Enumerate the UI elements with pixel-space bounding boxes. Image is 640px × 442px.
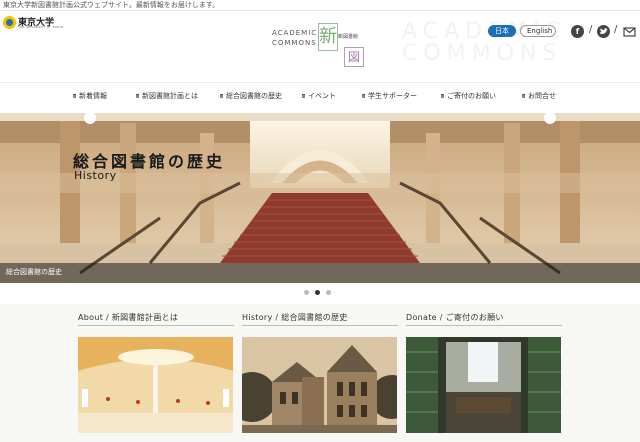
divider [406, 325, 562, 326]
header: 東京大学 THE UNIVERSITY OF TOKYO ACADEMIC CO… [0, 11, 640, 75]
divider [242, 325, 398, 326]
logo-text-commons: COMMONS [272, 39, 317, 47]
nav-item-donation[interactable]: ご寄付のお願い [441, 91, 496, 101]
hero-subtitle: History [74, 169, 117, 182]
nav-item-student-supporters[interactable]: 学生サポーター [362, 91, 417, 101]
nav-item-news[interactable]: 新着情報 [73, 91, 107, 101]
academic-commons-logo[interactable]: ACADEMIC COMMONS 新 新図書館 図 [272, 19, 368, 75]
card-history-image[interactable] [242, 337, 397, 433]
facebook-icon[interactable]: f [571, 25, 584, 38]
university-emblem-icon [3, 16, 16, 29]
hero-caption: 総合図書館の歴史 [6, 268, 62, 276]
logo-glyph-zu: 図 [344, 47, 364, 67]
card-donate-heading[interactable]: Donate / ご寄付のお願い [406, 312, 562, 325]
background-watermark-line2: COMMONS [402, 41, 563, 66]
nav-item-contact[interactable]: お問合せ [522, 91, 556, 101]
slider-dot-1[interactable] [304, 290, 309, 295]
logo-text-academic: ACADEMIC [272, 29, 318, 37]
language-japanese-button[interactable]: 日本語 [488, 25, 516, 47]
global-navigation: 新着情報 新図書館計画とは 総合図書館の歴史 イベント 学生サポーター ご寄付の… [0, 82, 640, 111]
feature-cards: About / 新図書館計画とは History / 総合図書館の歴史 Dona… [0, 304, 640, 442]
site-tagline: 東京大学新図書館計画公式ウェブサイト。最新情報をお届けします。 [3, 1, 220, 9]
logo-glyph-shin: 新 [318, 23, 338, 51]
hero-slider[interactable]: 総合図書館の歴史 History 総合図書館の歴史 [0, 113, 640, 283]
card-about-heading[interactable]: About / 新図書館計画とは [78, 312, 234, 325]
card-history-heading[interactable]: History / 総合図書館の歴史 [242, 312, 398, 325]
card-donate[interactable]: Donate / ご寄付のお願い [406, 312, 562, 433]
staircase-photo [0, 113, 640, 283]
nav-item-events[interactable]: イベント [302, 91, 336, 101]
language-english-button[interactable]: English [520, 25, 556, 37]
university-name-en: THE UNIVERSITY OF TOKYO [18, 25, 64, 29]
site-tagline-bar: 東京大学新図書館計画公式ウェブサイト。最新情報をお届けします。 [0, 0, 640, 11]
card-donate-image[interactable] [406, 337, 561, 433]
separator: / [614, 24, 618, 35]
logo-text-library: 新図書館 [338, 34, 359, 40]
nav-item-about[interactable]: 新図書館計画とは [136, 91, 198, 101]
card-about[interactable]: About / 新図書館計画とは [78, 312, 234, 433]
nav-item-history[interactable]: 総合図書館の歴史 [220, 91, 282, 101]
divider [78, 325, 234, 326]
slider-dot-2[interactable] [315, 290, 320, 295]
slider-dot-3[interactable] [326, 290, 331, 295]
university-logo[interactable]: 東京大学 THE UNIVERSITY OF TOKYO [3, 15, 63, 31]
card-about-image[interactable] [78, 337, 233, 433]
twitter-icon[interactable] [597, 25, 610, 38]
hero-caption-bar[interactable]: 総合図書館の歴史 [0, 263, 640, 283]
separator: / [589, 24, 593, 35]
card-history[interactable]: History / 総合図書館の歴史 [242, 312, 398, 433]
mail-icon[interactable] [623, 25, 636, 38]
